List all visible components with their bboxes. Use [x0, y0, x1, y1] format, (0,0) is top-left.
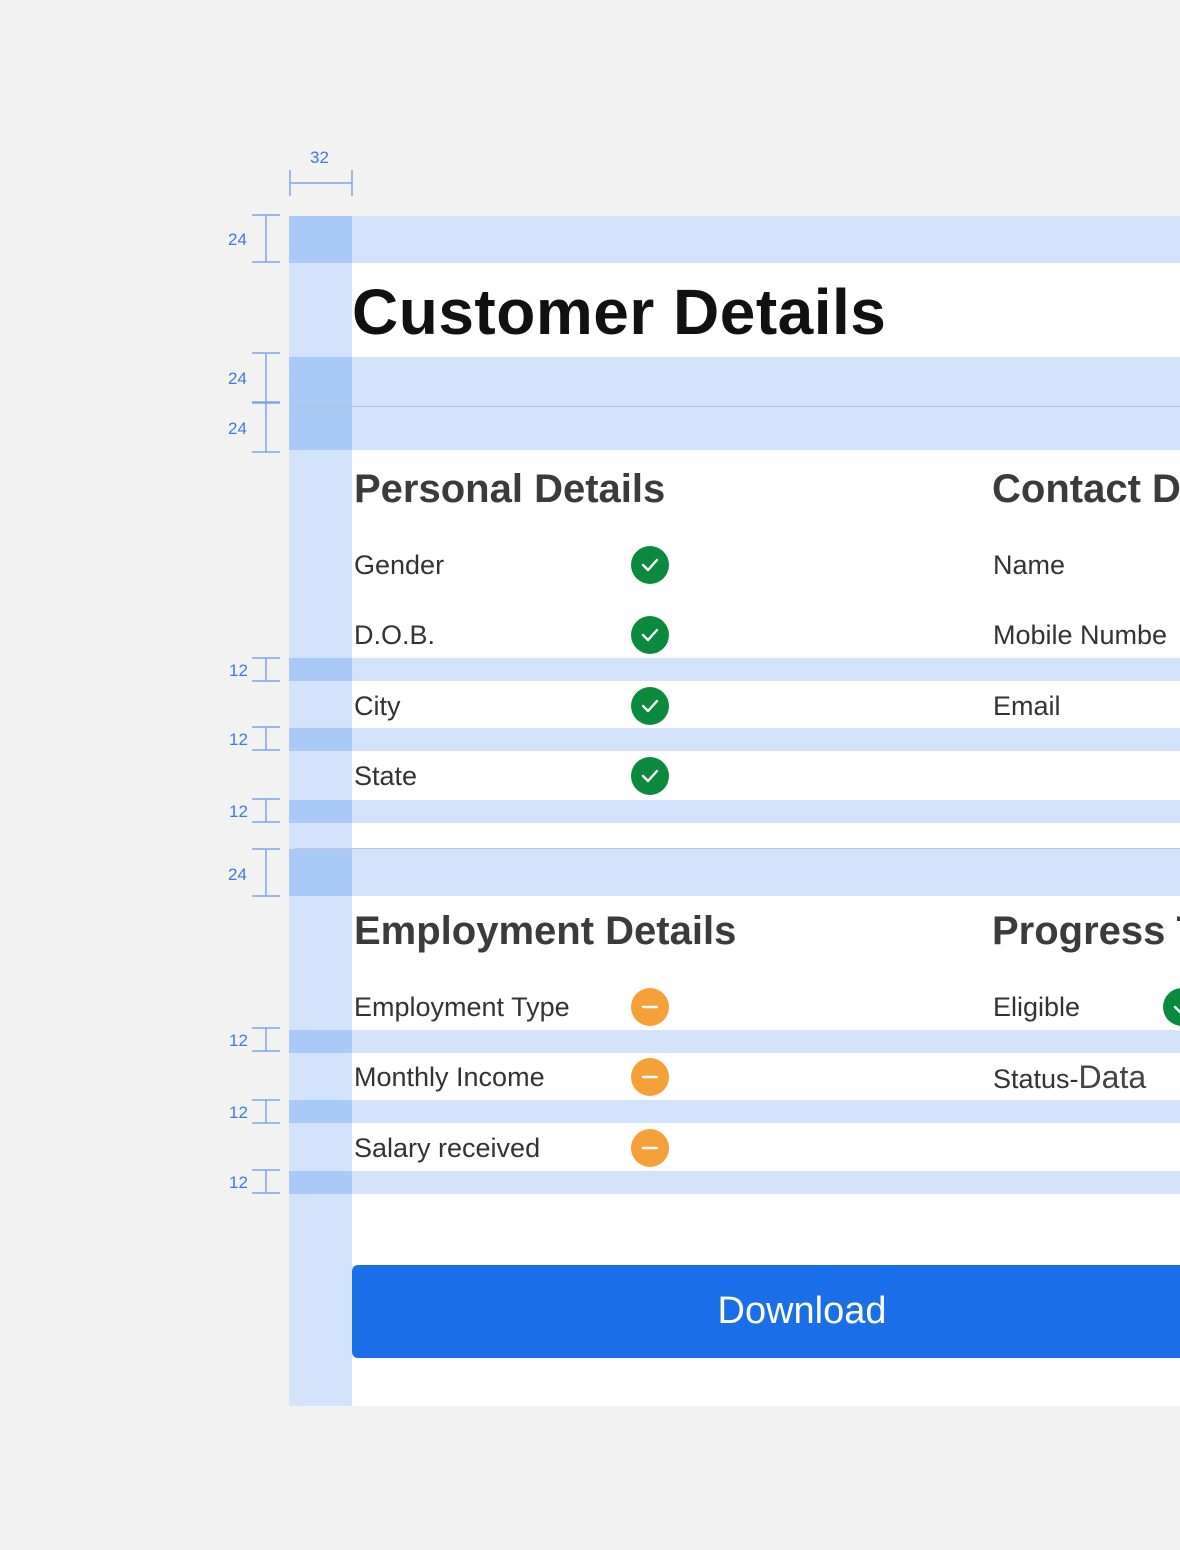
- field-label-monthly-income: Monthly Income: [354, 1062, 545, 1092]
- spacing-guide-band-edge: [289, 357, 352, 450]
- field-label-dob: D.O.B.: [354, 620, 436, 650]
- check-circle-icon: [1163, 988, 1180, 1026]
- download-button[interactable]: Download: [352, 1265, 1180, 1358]
- spacing-guide-band: [289, 1171, 1180, 1194]
- row-gap-label: 12: [229, 1031, 248, 1050]
- row-gap-bracket: [252, 352, 280, 403]
- field-label-salary-received: Salary received: [354, 1133, 541, 1163]
- row-gap-label: 12: [229, 730, 248, 749]
- spacing-guide-band: [289, 658, 1180, 681]
- contact-details-heading: Contact D: [992, 467, 1180, 511]
- spacing-guide-band: [289, 849, 1180, 896]
- status-value: Data: [1078, 1059, 1147, 1095]
- row-gap-label: 24: [228, 230, 247, 249]
- row-gap-bracket: [252, 214, 280, 263]
- spacing-guide-band: [289, 1100, 1180, 1123]
- check-circle-icon: [631, 546, 669, 584]
- spacing-guide-band-edge: [289, 849, 352, 896]
- column-width-label: 32: [310, 148, 329, 167]
- row-gap-label: 12: [229, 1103, 248, 1122]
- row-gap-label: 24: [228, 419, 247, 438]
- spacing-guide-band-edge: [289, 728, 352, 751]
- spacing-guide-band: [289, 800, 1180, 823]
- spacing-guide-band: [289, 728, 1180, 751]
- status-label: Status-: [993, 1064, 1079, 1094]
- spacing-guide-band: [289, 216, 1180, 263]
- field-label-gender: Gender: [354, 550, 445, 580]
- employment-details-heading: Employment Details: [354, 909, 737, 953]
- page-title: Customer Details: [352, 276, 887, 348]
- row-gap-label: 24: [228, 865, 247, 884]
- status-field: Status-Data: [993, 1061, 1146, 1095]
- field-label-state: State: [354, 761, 418, 791]
- row-gap-label: 12: [229, 1173, 248, 1192]
- customer-details-card: Customer Details Personal Details Gender…: [289, 216, 1180, 1406]
- field-label-employment-type: Employment Type: [354, 992, 570, 1022]
- spacing-guide-band-edge: [289, 658, 352, 681]
- check-circle-icon: [631, 687, 669, 725]
- row-gap-label: 12: [229, 802, 248, 821]
- field-label-eligible: Eligible: [993, 992, 1081, 1022]
- column-width-bracket: [289, 170, 353, 196]
- field-label-name: Name: [993, 550, 1066, 580]
- spacing-guide-band: [289, 357, 1180, 450]
- spacing-guide-band-edge: [289, 1100, 352, 1123]
- row-gap-bracket: [252, 657, 280, 682]
- spacing-guide-band-edge: [289, 1171, 352, 1194]
- row-gap-label: 12: [229, 661, 248, 680]
- field-label-city: City: [354, 691, 401, 721]
- minus-circle-icon: [631, 988, 669, 1026]
- row-gap-bracket: [252, 1099, 280, 1124]
- check-circle-icon: [631, 757, 669, 795]
- field-label-email: Email: [993, 691, 1061, 721]
- minus-circle-icon: [631, 1058, 669, 1096]
- field-label-mobile-number: Mobile Numbe: [993, 620, 1168, 650]
- row-gap-bracket: [252, 848, 280, 897]
- row-gap-bracket: [252, 798, 280, 823]
- section-divider: [295, 406, 1180, 407]
- minus-circle-icon: [631, 1129, 669, 1167]
- check-circle-icon: [631, 616, 669, 654]
- row-gap-bracket: [252, 1169, 280, 1194]
- row-gap-label: 24: [228, 369, 247, 388]
- row-gap-bracket: [252, 402, 280, 453]
- personal-details-heading: Personal Details: [354, 467, 666, 511]
- row-gap-bracket: [252, 726, 280, 751]
- spacing-guide-band: [289, 1030, 1180, 1053]
- spacing-guide-band-edge: [289, 216, 352, 263]
- row-gap-bracket: [252, 1027, 280, 1052]
- spacing-guide-band-edge: [289, 1030, 352, 1053]
- spacing-guide-band-edge: [289, 800, 352, 823]
- progress-heading: Progress T: [992, 909, 1180, 953]
